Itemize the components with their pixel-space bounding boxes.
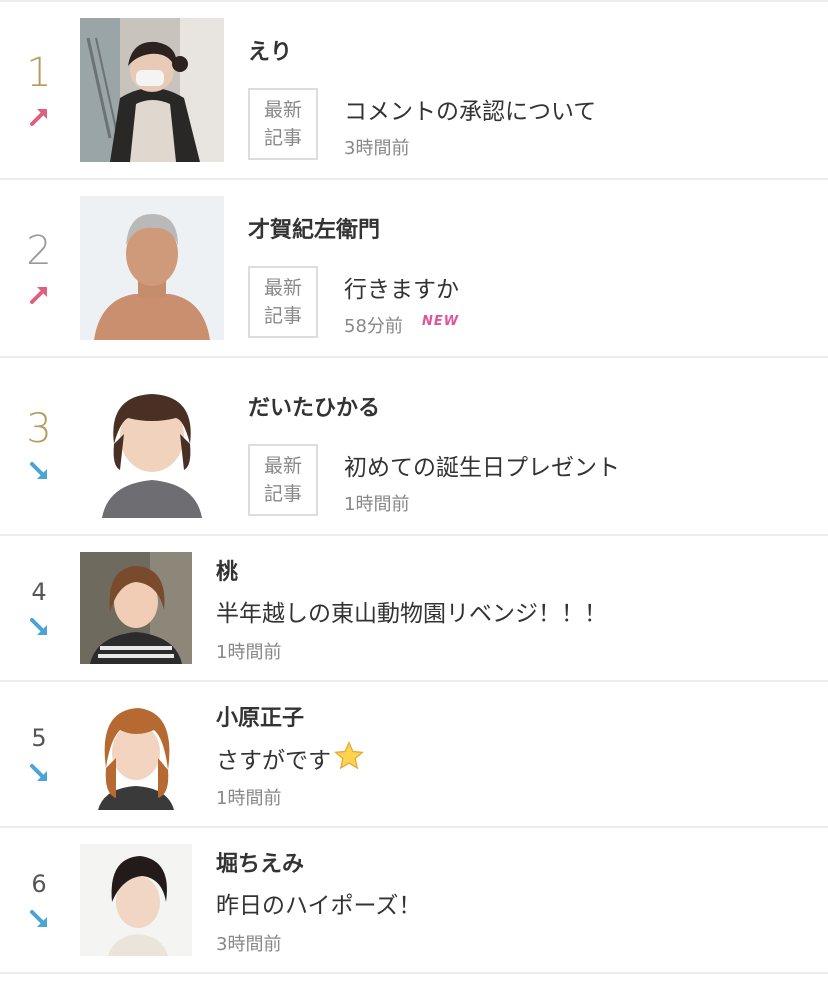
blogger-name[interactable]: 堀ちえみ <box>216 846 304 878</box>
tag-line: 最新 <box>263 277 302 299</box>
article-title[interactable]: さすがです <box>216 740 365 775</box>
latest-article-tag: 最新 記事 <box>248 444 318 516</box>
timestamp: 3時間前 <box>344 138 410 159</box>
rank-number: 4 <box>31 578 47 606</box>
article-title[interactable]: コメントの承認について <box>344 92 596 126</box>
blogger-name[interactable]: だいたひかる <box>248 390 380 422</box>
ranking-item[interactable]: 2 才賀紀左衛門 最新 記事 行きますか 58分前 NEW <box>0 180 828 358</box>
avatar[interactable] <box>80 698 192 810</box>
trend-up-icon <box>30 109 47 126</box>
rank-number: 6 <box>31 870 47 898</box>
tag-line: 最新 <box>263 455 302 477</box>
tag-line: 記事 <box>263 483 302 505</box>
latest-article-tag: 最新 記事 <box>248 266 318 338</box>
tag-line: 記事 <box>263 127 302 149</box>
avatar[interactable] <box>80 552 192 664</box>
new-badge: NEW <box>422 314 460 329</box>
timestamp: 1時間前 <box>344 494 410 515</box>
next-ranking-item-partial <box>0 974 828 996</box>
rank-number: 5 <box>31 724 47 752</box>
ranking-item[interactable]: 4 桃 半年越しの東山動物園リベンジ！！！ 1時間前 <box>0 536 828 682</box>
latest-article-tag: 最新 記事 <box>248 88 318 160</box>
ranking-list: 1 えり 最新 記事 コメントの承認について 3時間前 2 才賀紀左衛門 最新 … <box>0 0 828 974</box>
blogger-name[interactable]: 桃 <box>216 554 238 586</box>
trend-up-icon <box>30 287 47 304</box>
avatar[interactable] <box>80 196 224 340</box>
tag-line: 記事 <box>263 305 302 327</box>
article-title[interactable]: 半年越しの東山動物園リベンジ！！！ <box>216 594 607 628</box>
blogger-name[interactable]: えり <box>248 34 292 66</box>
ranking-item[interactable]: 3 だいたひかる 最新 記事 初めての誕生日プレゼント 1時間前 <box>0 358 828 536</box>
avatar[interactable] <box>80 844 192 956</box>
trend-down-icon <box>30 618 47 635</box>
star-emoji-icon <box>334 741 364 770</box>
avatar[interactable] <box>80 374 224 518</box>
timestamp: 58分前 <box>344 316 403 337</box>
rank-number: 2 <box>26 228 52 274</box>
ranking-item[interactable]: 6 堀ちえみ 昨日のハイポーズ！ 3時間前 <box>0 828 828 974</box>
trend-down-icon <box>30 764 47 781</box>
rank-number: 3 <box>26 406 52 452</box>
article-title-text: さすがです <box>216 748 331 774</box>
article-title[interactable]: 初めての誕生日プレゼント <box>344 448 620 482</box>
blogger-name[interactable]: 才賀紀左衛門 <box>248 212 380 244</box>
article-title[interactable]: 行きますか <box>344 270 459 304</box>
rank-number: 1 <box>26 50 52 96</box>
timestamp: 1時間前 <box>216 642 282 663</box>
avatar[interactable] <box>80 18 224 162</box>
timestamp: 1時間前 <box>216 788 282 809</box>
trend-down-icon <box>30 910 47 927</box>
blogger-name[interactable]: 小原正子 <box>216 700 304 732</box>
tag-line: 最新 <box>263 99 302 121</box>
ranking-item[interactable]: 1 えり 最新 記事 コメントの承認について 3時間前 <box>0 2 828 180</box>
article-title[interactable]: 昨日のハイポーズ！ <box>216 886 421 920</box>
timestamp: 3時間前 <box>216 934 282 955</box>
ranking-item[interactable]: 5 小原正子 さすがです 1時間前 <box>0 682 828 828</box>
trend-down-icon <box>30 462 47 479</box>
